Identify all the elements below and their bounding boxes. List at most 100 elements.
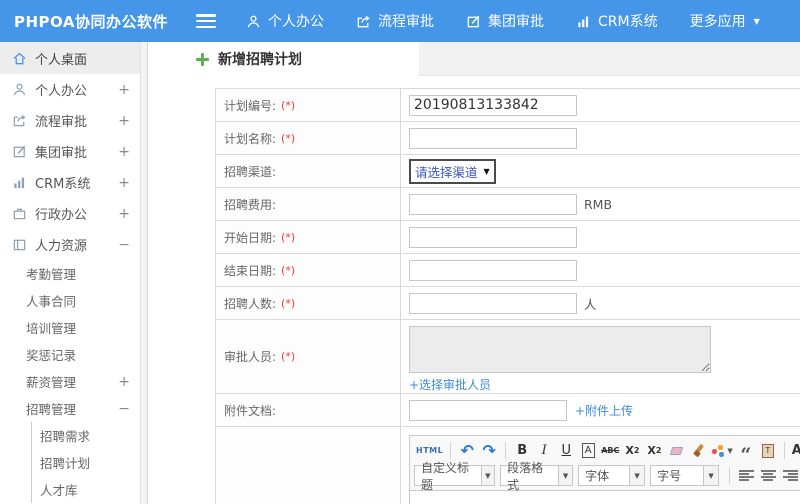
sidebar-item-admin-office[interactable]: 行政办公 + <box>0 198 147 229</box>
nav-crm-system[interactable]: CRM系统 <box>576 11 658 31</box>
caret-down-icon: ▼ <box>558 466 573 485</box>
align-right-button[interactable] <box>781 466 799 486</box>
sidebar-item-training[interactable]: 培训管理 <box>0 314 147 341</box>
nav-more-apps[interactable]: 更多应用 ▼ <box>690 11 760 31</box>
paragraph-format-select[interactable]: 段落格式 ▼ <box>500 461 574 492</box>
blockquote-button[interactable]: “ <box>737 441 755 466</box>
top-nav: 个人办公 流程审批 集团审批 CRM系统 更多应用 ▼ <box>246 11 792 31</box>
main-content: 新增招聘计划 计划编号: (*) 计划名称: (*) <box>149 42 800 504</box>
paste-text-button[interactable]: T <box>759 441 777 461</box>
nav-workflow-approval[interactable]: 流程审批 <box>356 11 434 31</box>
font-color-button[interactable]: A▼ <box>792 441 800 461</box>
sidebar-scrollbar[interactable] <box>140 42 147 504</box>
palette-icon <box>711 444 724 457</box>
book-icon <box>13 239 26 251</box>
sidebar-item-recruit-demand[interactable]: 招聘需求 <box>32 422 147 449</box>
end-date-input[interactable] <box>409 259 577 281</box>
toolbar-separator <box>450 442 452 459</box>
quote-glyph: “ <box>740 443 752 466</box>
sidebar-item-attendance[interactable]: 考勤管理 <box>0 260 147 287</box>
sidebar-item-crm[interactable]: CRM系统 + <box>0 167 147 198</box>
fee-unit: RMB <box>584 196 613 212</box>
add-icon <box>196 52 209 66</box>
expand-toggle[interactable]: + <box>118 144 130 160</box>
field-label: 结束日期: (*) <box>216 254 401 286</box>
format-brush-button[interactable] <box>689 441 707 461</box>
person-icon <box>13 83 26 96</box>
bold-button[interactable]: B <box>513 441 531 461</box>
sidebar-item-label: 招聘需求 <box>40 429 91 444</box>
italic-button[interactable]: I <box>535 441 553 461</box>
nav-group-approval[interactable]: 集团审批 <box>466 11 544 31</box>
fee-input[interactable] <box>409 193 577 215</box>
eraser-icon <box>669 446 684 455</box>
eraser-button[interactable] <box>667 441 685 461</box>
required-mark: (*) <box>281 263 296 277</box>
undo-button[interactable]: ↶ <box>458 441 476 461</box>
plan-name-input[interactable] <box>409 127 577 149</box>
redo-button[interactable]: ↷ <box>480 441 498 461</box>
sidebar-item-recruit-plan[interactable]: 招聘计划 <box>32 449 147 476</box>
form-row-plan-no: 计划编号: (*) <box>216 89 800 122</box>
caret-down-icon: ▼ <box>703 466 719 485</box>
sidebar-item-recruitment[interactable]: 招聘管理 − <box>0 395 147 422</box>
align-center-button[interactable] <box>759 466 777 486</box>
sidebar-item-reward-punishment[interactable]: 奖惩记录 <box>0 341 147 368</box>
expand-toggle[interactable]: + <box>118 206 130 222</box>
sidebar-item-hr[interactable]: 人力资源 − <box>0 229 147 260</box>
share-icon <box>13 114 26 127</box>
expand-toggle[interactable]: + <box>118 374 130 390</box>
caret-down-icon: ▼ <box>483 166 490 176</box>
font-style-button[interactable]: A <box>581 443 595 458</box>
caret-down-icon: ▼ <box>753 16 760 26</box>
expand-toggle[interactable]: + <box>118 175 130 191</box>
start-date-input[interactable] <box>409 226 577 248</box>
sidebar-item-hr-contract[interactable]: 人事合同 <box>0 287 147 314</box>
expand-toggle[interactable]: + <box>118 113 130 129</box>
subscript-button[interactable]: X2 <box>645 441 663 461</box>
channel-select[interactable]: 请选择渠道 ▼ <box>409 158 496 184</box>
label-text: 招聘费用: <box>224 197 277 212</box>
select-approver-link[interactable]: +选择审批人员 <box>409 376 491 393</box>
collapse-toggle[interactable]: − <box>118 237 130 253</box>
toolbar-separator <box>783 442 785 459</box>
plan-no-input[interactable] <box>409 94 577 116</box>
required-mark: (*) <box>281 350 296 363</box>
collapse-toggle[interactable]: − <box>118 401 130 417</box>
field-label: 招聘渠道: <box>216 155 401 187</box>
sidebar-item-label: 人才库 <box>40 483 78 498</box>
approver-textarea[interactable] <box>409 326 711 373</box>
label-text: 计划名称: <box>224 131 277 146</box>
attachment-upload-link[interactable]: +附件上传 <box>575 402 633 419</box>
format-clear-button[interactable]: ▼ <box>711 441 733 461</box>
form-row-headcount: 招聘人数: (*) 人 <box>216 287 800 320</box>
hamburger-icon[interactable] <box>196 14 216 28</box>
html-source-button[interactable]: HTML <box>416 441 443 461</box>
sidebar-item-group-approval[interactable]: 集团审批 + <box>0 136 147 167</box>
custom-title-select[interactable]: 自定义标题 ▼ <box>414 461 496 492</box>
tab-new-recruit-plan[interactable]: 新增招聘计划 <box>149 42 419 76</box>
headcount-input[interactable] <box>409 292 577 314</box>
sidebar-item-talent-pool[interactable]: 人才库 <box>32 476 147 503</box>
superscript-button[interactable]: X2 <box>623 441 641 461</box>
sidebar-item-desktop[interactable]: 个人桌面 <box>0 42 147 74</box>
align-left-button[interactable] <box>737 466 755 486</box>
form-row-channel: 招聘渠道: 请选择渠道 ▼ <box>216 155 800 188</box>
sidebar-item-label: 奖惩记录 <box>26 348 77 363</box>
share-icon <box>357 15 370 27</box>
sidebar-item-workflow-approval[interactable]: 流程审批 + <box>0 105 147 136</box>
editor-content-area[interactable] <box>409 491 800 504</box>
sidebar-item-label: 集团审批 <box>35 146 88 161</box>
strikethrough-button[interactable]: ABC <box>601 441 619 461</box>
sidebar-item-salary[interactable]: 薪资管理 + <box>0 368 147 395</box>
form-row-fee: 招聘费用: RMB <box>216 188 800 221</box>
field-label: 招聘人数: (*) <box>216 287 401 319</box>
sidebar-item-personal-office[interactable]: 个人办公 + <box>0 74 147 105</box>
underline-button[interactable]: U <box>557 441 575 461</box>
nav-label: 流程审批 <box>378 14 434 30</box>
nav-personal-office[interactable]: 个人办公 <box>246 11 324 31</box>
font-size-select[interactable]: 字号 ▼ <box>650 465 720 486</box>
attachment-input[interactable] <box>409 399 567 421</box>
expand-toggle[interactable]: + <box>118 82 130 98</box>
font-family-select[interactable]: 字体 ▼ <box>578 465 646 486</box>
